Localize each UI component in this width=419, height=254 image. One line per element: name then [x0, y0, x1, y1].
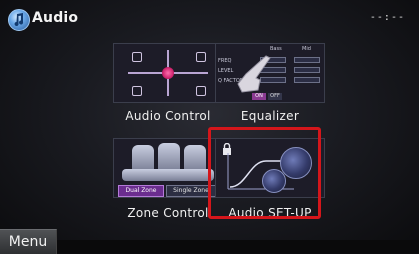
rear-seat-icon: [122, 169, 214, 181]
seat-icon: [158, 143, 180, 171]
audio-control-thumbnail: [113, 43, 223, 103]
speaker-icon: [132, 52, 142, 62]
eq-on-button: ON: [252, 93, 266, 100]
music-note-icon: [8, 9, 30, 31]
seat-icon: [184, 145, 206, 171]
menu-button[interactable]: Menu: [0, 229, 57, 254]
speaker-icon: [196, 86, 206, 96]
speaker-icon: [132, 86, 142, 96]
eq-off-button: OFF: [268, 93, 282, 100]
eq-row-freq: FREQ: [218, 58, 232, 64]
seat-icon: [132, 145, 154, 171]
page-title: Audio: [32, 10, 79, 26]
eq-column-bass: Bass: [270, 46, 282, 52]
header: Audio --:--: [0, 0, 419, 40]
eq-value: [294, 67, 320, 73]
audio-screen: Audio --:-- Audio Control Bass Mid FREQ …: [0, 0, 419, 254]
clock-display: --:--: [369, 12, 405, 23]
balance-point-icon: [162, 67, 174, 79]
hand-icon: [237, 55, 271, 93]
selection-frame: [208, 127, 321, 219]
dual-zone-button: Dual Zone: [118, 185, 164, 197]
zone-control-label: Zone Control: [127, 206, 209, 220]
equalizer-thumbnail: Bass Mid FREQ LEVEL Q FACTOR ON OFF: [215, 43, 325, 103]
eq-row-level: LEVEL: [218, 68, 234, 74]
speaker-icon: [196, 52, 206, 62]
eq-value: [294, 57, 320, 63]
footer-bar: [56, 240, 419, 253]
eq-column-mid: Mid: [302, 46, 311, 52]
zone-control-thumbnail: Dual Zone Single Zone: [113, 138, 223, 198]
eq-value: [294, 77, 320, 83]
audio-control-label: Audio Control: [125, 109, 211, 123]
equalizer-label: Equalizer: [240, 109, 300, 123]
